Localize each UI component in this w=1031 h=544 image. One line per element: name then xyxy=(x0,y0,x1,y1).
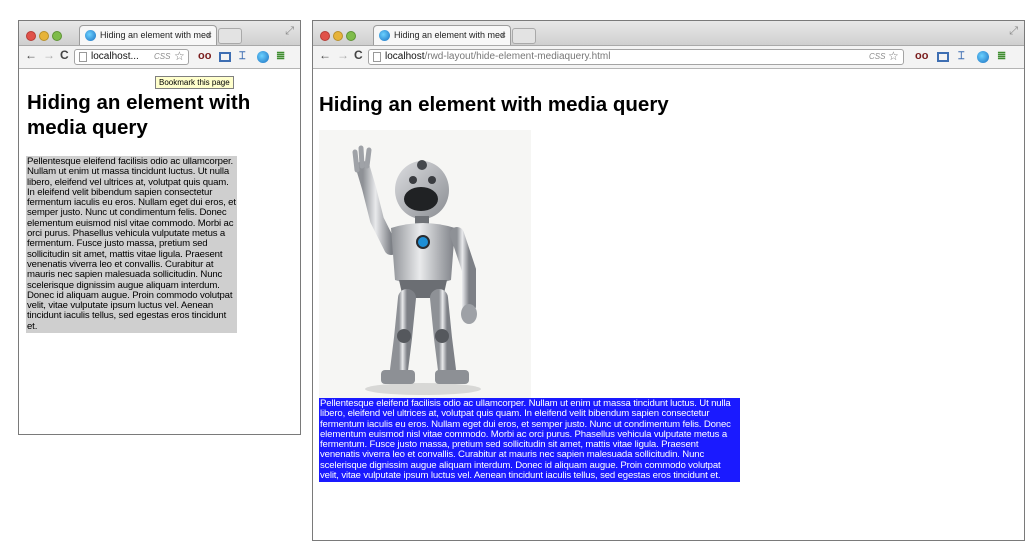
zoom-window-button[interactable] xyxy=(52,31,62,41)
tab-strip: Hiding an element with med × ⤢ xyxy=(19,21,300,46)
address-bar[interactable]: localhost... CSS ☆ xyxy=(74,49,189,65)
glasses-extension-icon[interactable]: oo xyxy=(915,49,928,63)
zoom-window-button[interactable] xyxy=(346,31,356,41)
robot-image xyxy=(319,130,531,398)
back-button[interactable]: ← xyxy=(25,48,37,62)
close-window-button[interactable] xyxy=(320,31,330,41)
tab-title: Hiding an element with med xyxy=(394,30,506,40)
forward-button[interactable]: → xyxy=(43,48,55,62)
window-resizer-icon[interactable] xyxy=(219,52,231,62)
url-host: localhost xyxy=(385,51,425,62)
browser-window-wide: Hiding an element with med × ⤢ ← → C loc… xyxy=(312,20,1025,541)
chart-extension-icon[interactable]: ≣ xyxy=(276,49,285,63)
fullscreen-icon[interactable]: ⤢ xyxy=(285,25,294,38)
bracket-extension-icon[interactable]: ⌶ xyxy=(239,49,246,63)
toolbar: ← → C localhost... CSS ☆ oo ⌶ ≣ xyxy=(19,46,300,69)
css-indicator-icon: CSS xyxy=(154,52,171,61)
reload-button[interactable]: C xyxy=(354,48,363,62)
window-resizer-icon[interactable] xyxy=(937,52,949,62)
new-tab-button[interactable] xyxy=(218,28,242,44)
robot-illustration xyxy=(352,145,481,395)
page-title: Hiding an element with media query xyxy=(27,91,251,139)
fullscreen-icon[interactable]: ⤢ xyxy=(1009,25,1018,38)
tab-strip: Hiding an element with med × ⤢ xyxy=(313,21,1024,46)
url-path: /rwd-layout/hide-element-mediaquery.html xyxy=(424,51,611,62)
bookmark-star-icon[interactable]: ☆ xyxy=(888,50,899,63)
globe-extension-icon[interactable] xyxy=(977,51,989,63)
forward-button[interactable]: → xyxy=(337,48,349,62)
page-icon xyxy=(79,52,87,62)
glasses-extension-icon[interactable]: oo xyxy=(198,49,211,63)
close-window-button[interactable] xyxy=(26,31,36,41)
tab-close-icon[interactable]: × xyxy=(501,26,506,45)
page-favicon-icon xyxy=(85,30,96,41)
bookmark-star-icon[interactable]: ☆ xyxy=(174,50,185,63)
bookmark-tooltip: Bookmark this page xyxy=(155,76,234,89)
window-controls xyxy=(320,28,359,46)
address-bar[interactable]: localhost/rwd-layout/hide-element-mediaq… xyxy=(368,49,904,65)
browser-tab[interactable]: Hiding an element with med × xyxy=(373,25,511,45)
paragraph: Pellentesque eleifend facilisis odio ac … xyxy=(26,156,237,334)
minimize-window-button[interactable] xyxy=(333,31,343,41)
css-indicator-icon: CSS xyxy=(869,52,886,61)
page-title: Hiding an element with media query xyxy=(319,93,669,116)
chart-extension-icon[interactable]: ≣ xyxy=(997,49,1006,63)
paragraph: Pellentesque eleifend facilisis odio ac … xyxy=(319,398,740,483)
minimize-window-button[interactable] xyxy=(39,31,49,41)
browser-tab[interactable]: Hiding an element with med × xyxy=(79,25,217,45)
url-host: localhost... xyxy=(91,51,139,62)
tab-title: Hiding an element with med xyxy=(100,30,212,40)
globe-extension-icon[interactable] xyxy=(257,51,269,63)
bracket-extension-icon[interactable]: ⌶ xyxy=(958,49,965,63)
window-controls xyxy=(26,28,65,46)
back-button[interactable]: ← xyxy=(319,48,331,62)
reload-button[interactable]: C xyxy=(60,48,69,62)
toolbar: ← → C localhost/rwd-layout/hide-element-… xyxy=(313,46,1024,69)
page-icon xyxy=(373,52,381,62)
page-favicon-icon xyxy=(379,30,390,41)
tab-close-icon[interactable]: × xyxy=(207,26,212,45)
new-tab-button[interactable] xyxy=(512,28,536,44)
